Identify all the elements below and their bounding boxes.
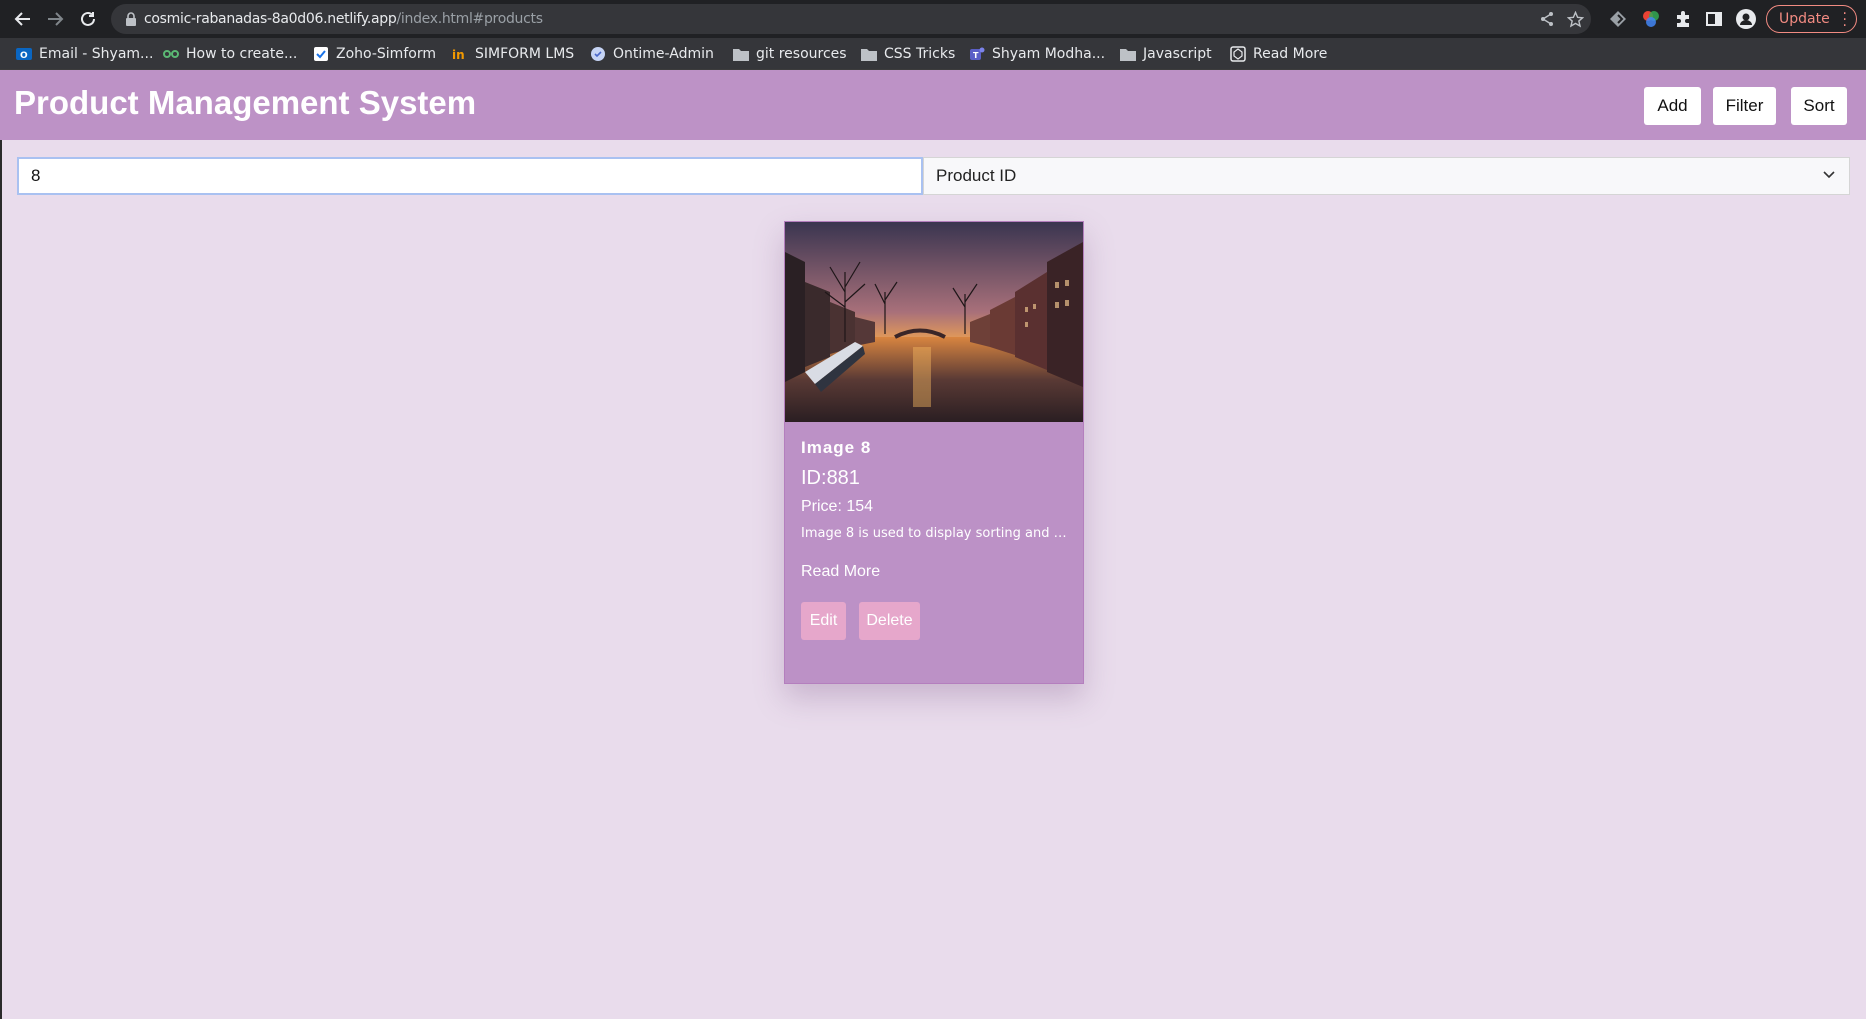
profile-avatar-icon[interactable]: [1736, 9, 1756, 29]
back-arrow-icon: [14, 12, 30, 26]
svg-text:O: O: [20, 51, 28, 61]
teams-icon: T: [969, 46, 985, 62]
select-value: Product ID: [936, 166, 1017, 185]
lms-icon: in: [452, 46, 468, 62]
checkbox-icon: [313, 46, 329, 62]
bookmark-label: CSS Tricks: [884, 46, 956, 62]
codepen-icon: [1230, 46, 1246, 62]
product-price-label: Price:: [801, 498, 847, 515]
url-path: /index.html#products: [396, 11, 543, 27]
bookmark-label: git resources: [756, 46, 847, 62]
product-price-value: 154: [846, 498, 874, 515]
address-bar[interactable]: cosmic-rabanadas-8a0d06.netlify.app/inde…: [111, 4, 1591, 34]
chevron-down-icon: [1823, 171, 1835, 179]
product-id-value: 881: [826, 467, 860, 489]
color-picker-extension-icon[interactable]: [1641, 9, 1661, 29]
bookmark-javascript[interactable]: Javascript: [1120, 44, 1212, 64]
bookmark-label: Shyam Modha...: [992, 46, 1106, 62]
search-input[interactable]: [17, 157, 923, 195]
bookmark-simform-lms[interactable]: in SIMFORM LMS: [452, 44, 574, 64]
product-card: Image 8 ID:881 Price: 154 Image 8 is use…: [784, 221, 1084, 684]
url-host: cosmic-rabanadas-8a0d06.netlify.app: [144, 11, 397, 27]
back-button[interactable]: [11, 7, 35, 31]
link-icon: [163, 46, 179, 62]
bookmark-label: SIMFORM LMS: [475, 46, 575, 62]
product-description: Image 8 is used to display sorting and f…: [801, 526, 1069, 541]
filter-field-select[interactable]: Product ID: [923, 157, 1850, 195]
delete-button[interactable]: Delete: [859, 602, 920, 640]
bookmark-shyam-modha[interactable]: T Shyam Modha...: [969, 44, 1105, 64]
page-title: Product Management System: [14, 84, 477, 121]
sort-button[interactable]: Sort: [1791, 87, 1847, 125]
folder-icon: [733, 46, 749, 62]
add-button[interactable]: Add: [1644, 87, 1701, 125]
update-label: Update: [1779, 11, 1830, 27]
filter-button[interactable]: Filter: [1713, 87, 1776, 125]
bookmark-read-more[interactable]: Read More: [1230, 44, 1327, 64]
product-title: Image 8: [801, 438, 872, 457]
product-price: Price: 154: [801, 498, 873, 516]
folder-icon: [861, 46, 877, 62]
browser-toolbar: cosmic-rabanadas-8a0d06.netlify.app/inde…: [0, 0, 1866, 38]
forward-arrow-icon: [48, 12, 64, 26]
bookmarks-bar: O Email - Shyam... How to create... Zoho…: [0, 38, 1866, 70]
side-panel-icon[interactable]: [1704, 9, 1724, 29]
url-text: cosmic-rabanadas-8a0d06.netlify.app/inde…: [144, 11, 543, 27]
product-id-label: ID:: [801, 467, 827, 489]
bookmark-how-to-create[interactable]: How to create...: [163, 44, 297, 64]
bookmark-label: Email - Shyam...: [39, 46, 154, 62]
bookmark-git-resources[interactable]: git resources: [733, 44, 847, 64]
bookmark-css-tricks[interactable]: CSS Tricks: [861, 44, 955, 64]
bookmark-label: Ontime-Admin: [613, 46, 714, 62]
reload-button[interactable]: [76, 7, 100, 31]
share-icon[interactable]: [1539, 11, 1555, 27]
lock-icon: [126, 12, 136, 26]
extensions-puzzle-icon[interactable]: [1673, 9, 1693, 29]
product-image: [785, 222, 1083, 422]
bookmark-email[interactable]: O Email - Shyam...: [16, 44, 153, 64]
bookmark-label: Javascript: [1143, 46, 1212, 62]
bookmark-ontime-admin[interactable]: Ontime-Admin: [590, 44, 714, 64]
page-edge: [0, 70, 2, 1019]
product-id: ID:881: [801, 467, 860, 490]
bookmark-label: Read More: [1253, 46, 1328, 62]
shield-icon: [590, 46, 606, 62]
more-menu-icon: · · ·: [1842, 6, 1847, 34]
bookmark-star-icon[interactable]: [1567, 11, 1584, 28]
reload-icon: [81, 11, 95, 26]
svg-text:in: in: [452, 48, 465, 62]
bookmark-label: Zoho-Simform: [336, 46, 436, 62]
extension-diamond-icon[interactable]: [1608, 9, 1628, 29]
read-more-link[interactable]: Read More: [801, 563, 880, 581]
bookmark-zoho-simform[interactable]: Zoho-Simform: [313, 44, 436, 64]
update-button[interactable]: Update · · ·: [1766, 5, 1857, 33]
app-header: Product Management System Add Filter Sor…: [0, 70, 1866, 140]
forward-button[interactable]: [43, 7, 67, 31]
folder-icon: [1120, 46, 1136, 62]
edit-button[interactable]: Edit: [801, 602, 846, 640]
bookmark-label: How to create...: [186, 46, 298, 62]
svg-text:T: T: [973, 51, 979, 60]
outlook-icon: O: [16, 46, 32, 62]
